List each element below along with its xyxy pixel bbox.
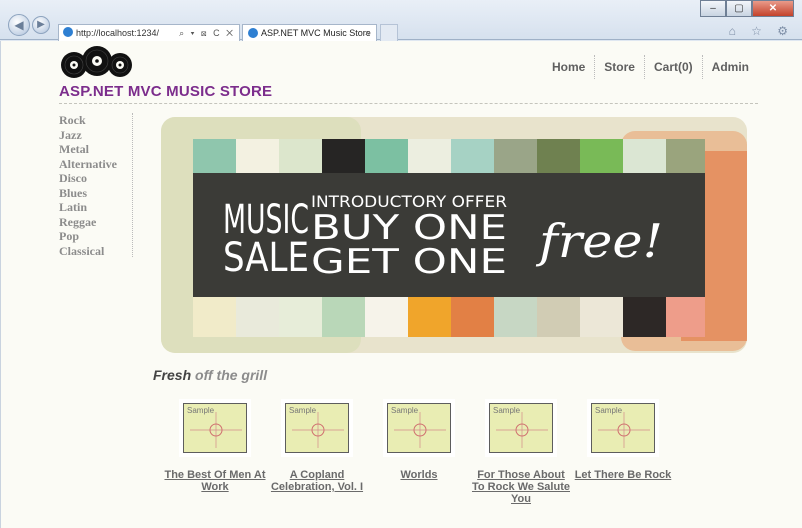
- genre-pop[interactable]: Pop: [59, 229, 132, 244]
- genre-alternative[interactable]: Alternative: [59, 157, 132, 172]
- banner-get-one: GET ONE: [311, 242, 507, 282]
- album-art[interactable]: Sample: [383, 399, 455, 457]
- back-button[interactable]: ◀: [8, 14, 30, 36]
- album-placeholder: Sample: [387, 403, 451, 453]
- album-item[interactable]: Sample A Copland Celebration, Vol. I: [266, 399, 368, 505]
- genre-blues[interactable]: Blues: [59, 186, 132, 201]
- window-buttons: – ▢ ✕: [700, 0, 794, 17]
- maximize-button[interactable]: ▢: [726, 0, 752, 17]
- address-tools[interactable]: ⌕ ▾ ⊠ C ✕: [179, 25, 235, 41]
- browser-tool-icons[interactable]: ⌂ ☆ ⚙: [729, 24, 794, 38]
- album-list: Sample The Best Of Men At Work Sample A …: [164, 399, 674, 505]
- ie-icon: [63, 27, 73, 37]
- album-placeholder: Sample: [591, 403, 655, 453]
- sample-label: Sample: [493, 406, 521, 415]
- promo-banner: MUSIC SALE INTRODUCTORY OFFER BUY ONE GE…: [161, 117, 747, 353]
- sample-label: Sample: [289, 406, 317, 415]
- album-item[interactable]: Sample Worlds: [368, 399, 470, 505]
- address-text: http://localhost:1234/: [76, 28, 160, 38]
- fresh-subtitle: off the grill: [195, 367, 268, 383]
- genre-disco[interactable]: Disco: [59, 171, 132, 186]
- album-art[interactable]: Sample: [281, 399, 353, 457]
- page-content: ASP.NET MVC MUSIC STORE Home Store Cart(…: [0, 41, 802, 528]
- sample-label: Sample: [187, 406, 215, 415]
- album-title[interactable]: For Those About To Rock We Salute You: [470, 469, 572, 505]
- album-title[interactable]: The Best Of Men At Work: [164, 469, 266, 493]
- banner-free: free!: [536, 214, 663, 268]
- main-nav: Home Store Cart(0) Admin: [543, 55, 758, 79]
- album-placeholder: Sample: [183, 403, 247, 453]
- genre-jazz[interactable]: Jazz: [59, 128, 132, 143]
- tab-close-icon[interactable]: ×: [365, 25, 370, 41]
- nav-admin[interactable]: Admin: [701, 55, 758, 79]
- genre-rock[interactable]: Rock: [59, 113, 132, 128]
- album-item[interactable]: Sample For Those About To Rock We Salute…: [470, 399, 572, 505]
- album-title[interactable]: A Copland Celebration, Vol. I: [266, 469, 368, 493]
- browser-tab[interactable]: ASP.NET MVC Music Store ×: [242, 24, 377, 42]
- album-placeholder: Sample: [285, 403, 349, 453]
- minimize-button[interactable]: –: [700, 0, 726, 17]
- new-tab-button[interactable]: [380, 24, 398, 42]
- nav-store[interactable]: Store: [594, 55, 644, 79]
- close-window-button[interactable]: ✕: [752, 0, 794, 17]
- album-item[interactable]: Sample Let There Be Rock: [572, 399, 674, 505]
- fresh-heading: Fresh off the grill: [153, 367, 267, 383]
- browser-toolbar: ◀ ▶ http://localhost:1234/ ⌕ ▾ ⊠ C ✕ ASP…: [0, 0, 802, 42]
- album-item[interactable]: Sample The Best Of Men At Work: [164, 399, 266, 505]
- genre-latin[interactable]: Latin: [59, 200, 132, 215]
- album-placeholder: Sample: [489, 403, 553, 453]
- album-art[interactable]: Sample: [587, 399, 659, 457]
- header-divider: [59, 103, 758, 104]
- sample-label: Sample: [595, 406, 623, 415]
- vinyl-records-logo[interactable]: [61, 45, 133, 81]
- genre-reggae[interactable]: Reggae: [59, 215, 132, 230]
- album-title[interactable]: Worlds: [368, 469, 470, 481]
- nav-home[interactable]: Home: [543, 55, 594, 79]
- forward-button[interactable]: ▶: [32, 16, 50, 34]
- sample-label: Sample: [391, 406, 419, 415]
- fresh-bold: Fresh: [153, 367, 192, 383]
- ie-icon: [248, 28, 258, 38]
- tab-title: ASP.NET MVC Music Store: [261, 28, 371, 38]
- genre-menu: Rock Jazz Metal Alternative Disco Blues …: [59, 113, 133, 259]
- site-title[interactable]: ASP.NET MVC MUSIC STORE: [59, 83, 272, 100]
- album-art[interactable]: Sample: [179, 399, 251, 457]
- genre-classical[interactable]: Classical: [59, 244, 132, 259]
- album-art[interactable]: Sample: [485, 399, 557, 457]
- banner-sale: SALE: [223, 235, 309, 281]
- album-title[interactable]: Let There Be Rock: [572, 469, 674, 481]
- genre-metal[interactable]: Metal: [59, 142, 132, 157]
- nav-cart[interactable]: Cart(0): [643, 55, 702, 79]
- address-bar[interactable]: http://localhost:1234/ ⌕ ▾ ⊠ C ✕: [58, 24, 240, 42]
